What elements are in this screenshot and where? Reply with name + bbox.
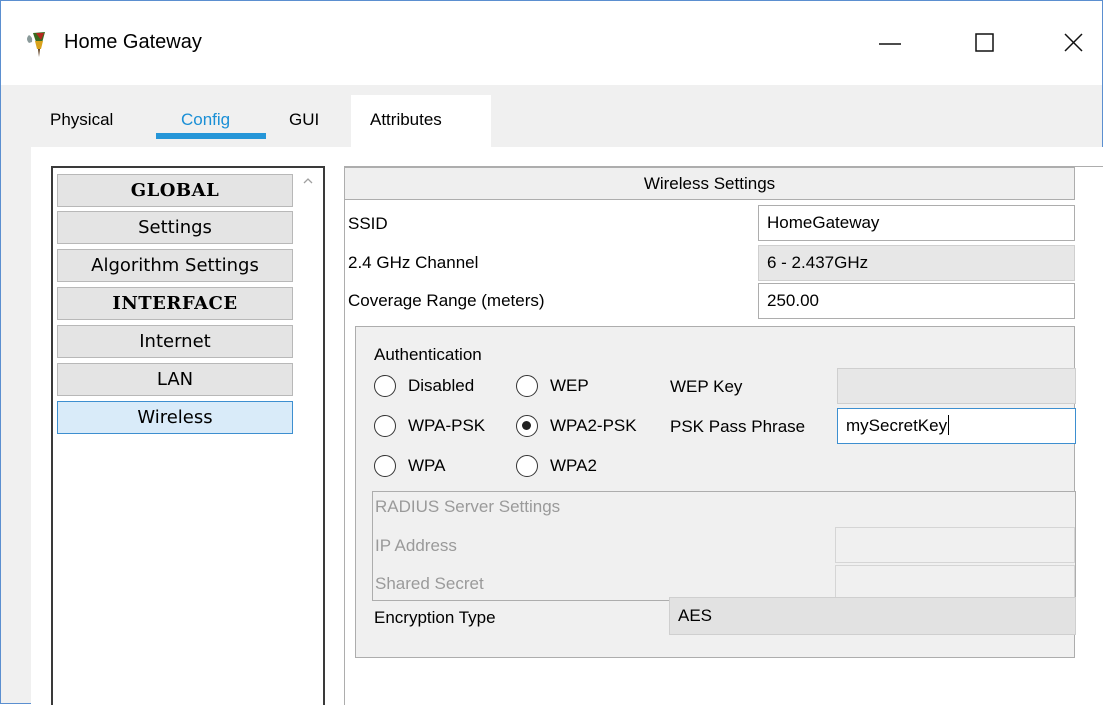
- radio-selected-dot-icon: [522, 421, 531, 430]
- sidebar-item-wireless[interactable]: Wireless: [57, 401, 293, 434]
- cisco-router-icon: [23, 29, 57, 59]
- config-panel: GLOBAL Settings Algorithm Settings INTER…: [31, 147, 1103, 705]
- sidebar-header-interface[interactable]: INTERFACE: [57, 287, 293, 320]
- sidebar-item-lan[interactable]: LAN: [57, 363, 293, 396]
- shared-secret-label: Shared Secret: [375, 574, 484, 593]
- psk-pass-phrase-label: PSK Pass Phrase: [670, 417, 806, 436]
- radio-wep-label: WEP: [550, 376, 589, 395]
- authentication-group: Authentication Disabled WEP WEP Key WPA-…: [355, 326, 1076, 658]
- text-caret: [948, 415, 950, 435]
- tab-physical[interactable]: Physical: [31, 95, 131, 147]
- app-window: Home Gateway Physical Config GUI Attribu…: [0, 0, 1103, 705]
- ip-address-label: IP Address: [375, 536, 457, 555]
- ip-address-input: [835, 527, 1075, 563]
- scroll-up-arrow-icon[interactable]: [301, 174, 315, 188]
- radio-disabled-label: Disabled: [408, 376, 475, 395]
- ssid-input[interactable]: HomeGateway: [758, 205, 1075, 241]
- tab-gui-label: GUI: [289, 110, 320, 129]
- radio-circle-icon: [374, 375, 396, 397]
- close-icon: [1064, 33, 1083, 52]
- wep-key-label: WEP Key: [670, 377, 743, 396]
- coverage-input[interactable]: 250.00: [758, 283, 1075, 319]
- tab-config-label: Config: [181, 110, 231, 129]
- close-button[interactable]: [1048, 23, 1098, 63]
- maximize-icon: [975, 33, 994, 52]
- sidebar-header-global[interactable]: GLOBAL: [57, 174, 293, 207]
- channel-label: 2.4 GHz Channel: [348, 253, 479, 272]
- config-sidebar: GLOBAL Settings Algorithm Settings INTER…: [51, 166, 325, 705]
- tab-config[interactable]: Config: [156, 95, 266, 147]
- wep-key-input[interactable]: [837, 368, 1076, 404]
- radio-wpa-label: WPA: [408, 456, 446, 475]
- active-tab-indicator: [156, 133, 266, 139]
- sidebar-item-settings[interactable]: Settings: [57, 211, 293, 244]
- radio-circle-icon: [516, 455, 538, 477]
- radio-wpa2-label: WPA2: [550, 456, 597, 475]
- sidebar-item-algorithm-settings[interactable]: Algorithm Settings: [57, 249, 293, 282]
- radius-server-group: RADIUS Server Settings IP Address Shared…: [372, 491, 1076, 601]
- radio-circle-icon: [374, 455, 396, 477]
- tab-attributes[interactable]: Attributes: [351, 95, 491, 147]
- radio-circle-icon: [516, 375, 538, 397]
- wireless-settings-panel: Wireless Settings SSID HomeGateway 2.4 G…: [344, 166, 1103, 705]
- radio-circle-icon: [374, 415, 396, 437]
- psk-pass-phrase-input[interactable]: mySecretKey: [837, 408, 1076, 444]
- section-title: Wireless Settings: [345, 167, 1075, 200]
- coverage-label: Coverage Range (meters): [348, 291, 545, 310]
- psk-pass-phrase-value: mySecretKey: [846, 416, 948, 435]
- minimize-button[interactable]: [865, 23, 915, 63]
- tab-attributes-label: Attributes: [370, 110, 442, 129]
- ssid-label: SSID: [348, 214, 388, 233]
- radio-wpa-psk-label: WPA-PSK: [408, 416, 486, 435]
- radio-wpa2-psk-label: WPA2-PSK: [550, 416, 637, 435]
- title-bar: Home Gateway: [1, 1, 1102, 85]
- authentication-label: Authentication: [374, 345, 482, 364]
- encryption-type-select[interactable]: AES: [669, 597, 1076, 635]
- encryption-type-label: Encryption Type: [374, 608, 496, 627]
- channel-select[interactable]: 6 - 2.437GHz: [758, 245, 1075, 281]
- shared-secret-input: [835, 565, 1075, 601]
- window-title: Home Gateway: [64, 31, 202, 53]
- radius-title: RADIUS Server Settings: [375, 497, 561, 516]
- tab-physical-label: Physical: [50, 110, 114, 129]
- maximize-button[interactable]: [959, 23, 1009, 63]
- minimize-icon: [879, 43, 901, 45]
- tab-gui[interactable]: GUI: [266, 95, 326, 147]
- sidebar-item-internet[interactable]: Internet: [57, 325, 293, 358]
- radio-circle-icon: [516, 415, 538, 437]
